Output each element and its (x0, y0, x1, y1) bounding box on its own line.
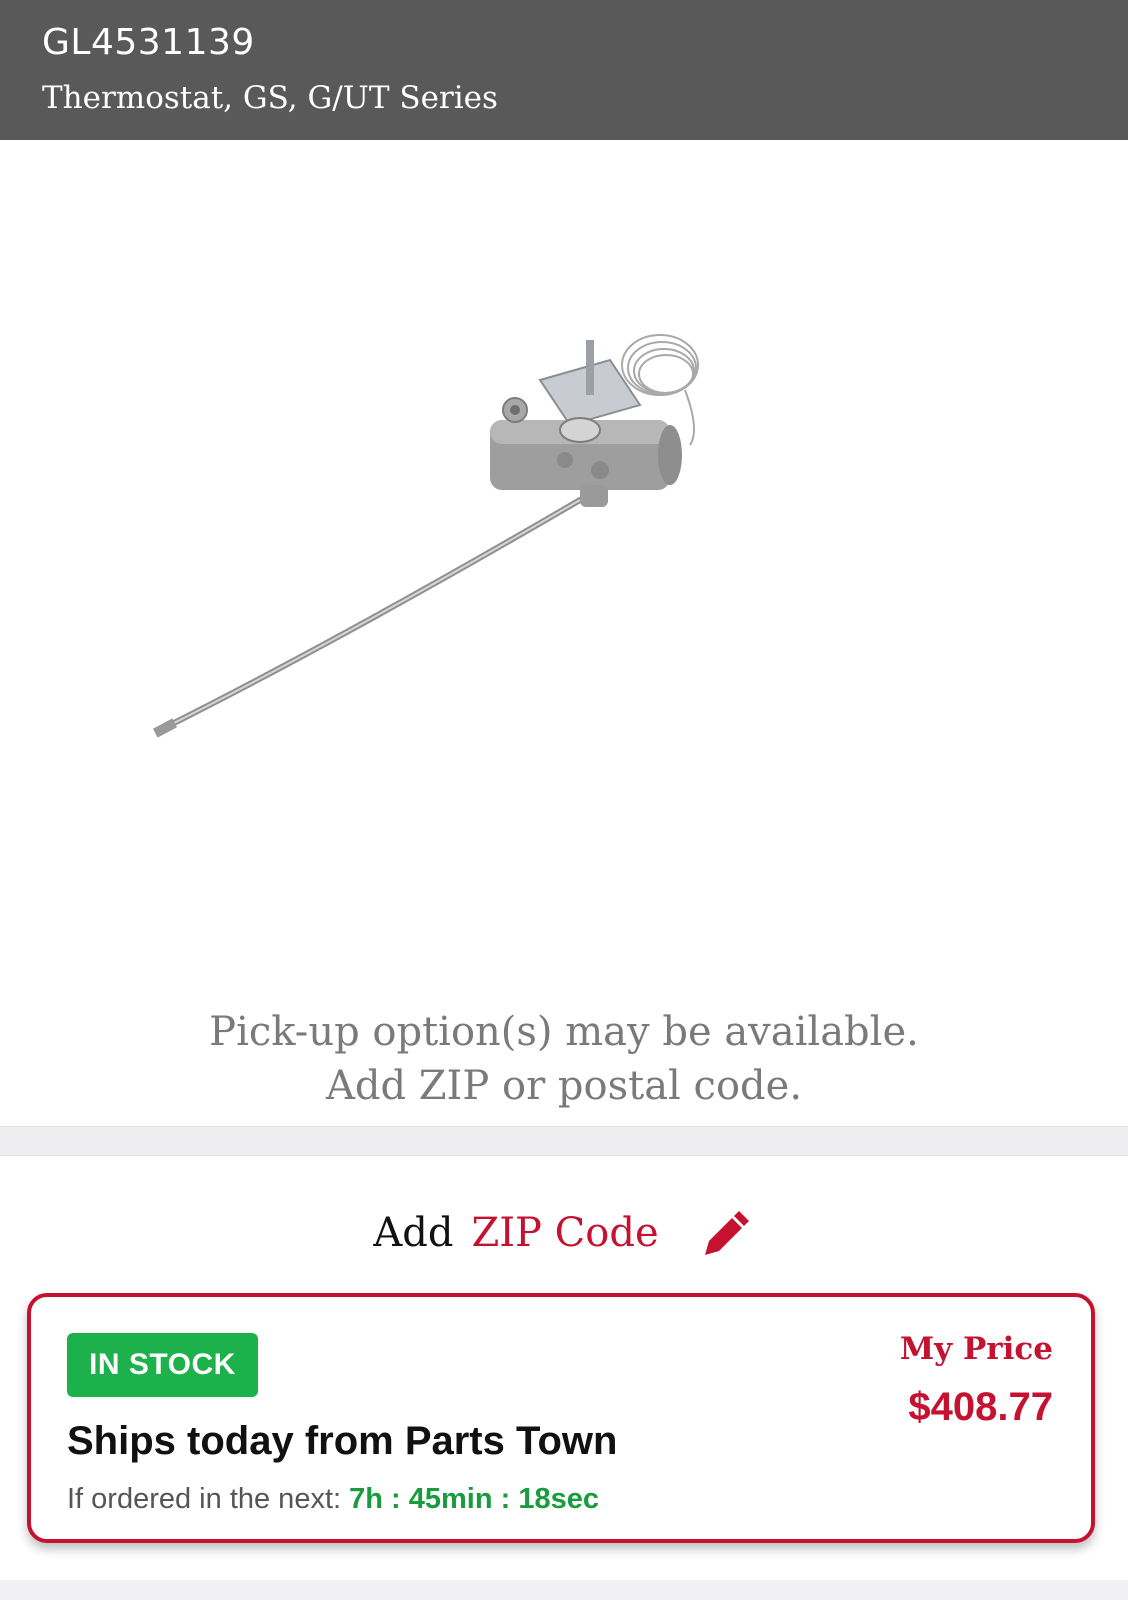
product-header: GL4531139 Thermostat, GS, G/UT Series (0, 0, 1128, 140)
countdown-prefix: If ordered in the next: (67, 1483, 350, 1515)
stock-card: IN STOCK Ships today from Parts Town If … (27, 1293, 1095, 1543)
pickup-notice: Pick-up option(s) may be available. Add … (0, 1005, 1128, 1113)
part-description: Thermostat, GS, G/UT Series (42, 80, 498, 116)
shipping-status: Ships today from Parts Town (67, 1419, 618, 1463)
countdown-timer: 7h : 45min : 18sec (349, 1483, 599, 1515)
section-divider (0, 1126, 1128, 1156)
thermostat-product-image[interactable] (140, 310, 740, 760)
in-stock-badge: IN STOCK (67, 1333, 258, 1397)
pickup-line-2: Add ZIP or postal code. (325, 1063, 803, 1109)
order-countdown: If ordered in the next: 7h : 45min : 18s… (67, 1483, 599, 1516)
pencil-icon[interactable] (699, 1205, 755, 1261)
part-number: GL4531139 (42, 22, 255, 63)
zip-prefix-label: Add (373, 1210, 454, 1256)
zip-code-link[interactable]: ZIP Code (471, 1210, 658, 1256)
add-zip-row[interactable]: Add ZIP Code (0, 1198, 1128, 1268)
pickup-line-1: Pick-up option(s) may be available. (209, 1009, 919, 1055)
my-price-label: My Price (899, 1331, 1053, 1367)
bottom-strip (0, 1580, 1128, 1600)
price-value: $408.77 (908, 1385, 1053, 1429)
